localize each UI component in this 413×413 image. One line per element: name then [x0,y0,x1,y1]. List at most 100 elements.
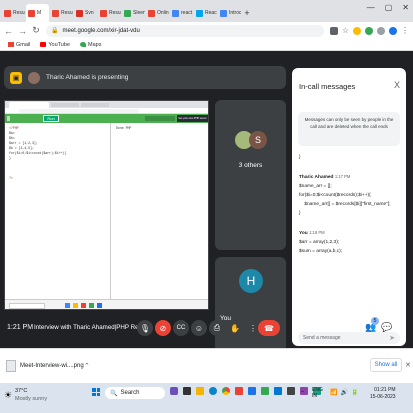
tab-favicon-icon [4,9,11,17]
region-code: IN [312,393,317,399]
search-label: Search [120,390,140,396]
widgets-app-icon[interactable] [170,387,178,395]
send-icon[interactable]: ➤ [389,334,395,342]
tab-favicon-icon [52,9,59,17]
camera-off-button[interactable]: ⊘ [155,320,171,336]
app-icon-green[interactable] [261,387,269,395]
mic-icon: 🎙 [139,323,151,333]
tab-favicon-icon [220,9,227,17]
browser-tab[interactable]: Resum [50,4,73,22]
others-label: 3 others [238,162,263,169]
app-icon-dark[interactable] [287,387,295,395]
edge-icon[interactable] [209,387,217,395]
camera-off-icon: ⊘ [159,323,167,333]
language-indicator[interactable]: ENG IN [312,387,323,399]
browser-tab[interactable]: react [170,4,193,22]
tab-favicon-icon [100,9,107,17]
clock[interactable]: 01:21 PM 15-06-2023 [370,387,396,401]
tray-chevron-icon[interactable]: ⌃ [300,390,305,397]
captions-button[interactable]: CC [173,320,189,336]
show-all-button[interactable]: Show all [370,358,402,372]
reactions-button[interactable]: ☺ [191,320,207,336]
tab-favicon-icon [196,9,203,17]
tab-label: M [37,10,42,16]
windows-taskbar: ☀ 37°C Mostly sunny 🔍 Search ⌃ ENG IN 📶 … [0,383,413,413]
sender-name: You [299,231,308,236]
browser-tab[interactable]: Sleen [122,4,145,22]
in-call-messages-panel: In-call messages X Messages can only be … [292,68,406,346]
weather-temp: 37°C [15,388,28,394]
forward-icon[interactable]: → [18,26,27,36]
app-icon-blue[interactable] [248,387,256,395]
extension-icon-2[interactable] [365,26,373,35]
volume-icon[interactable]: 🔊 [340,389,347,396]
url-field[interactable]: 🔒 meet.google.com/xir-jdat-vdu [46,24,324,37]
bookmark-maps[interactable]: Maps [80,42,101,48]
leave-call-button[interactable]: ☎ [258,320,280,336]
new-tab-button[interactable]: + [242,4,252,22]
minimize-icon[interactable]: — [367,3,375,12]
windows-start-icon[interactable] [92,388,100,396]
browser-tab[interactable]: Resum [98,4,121,22]
app-icon-red[interactable] [235,387,243,395]
camera-icon[interactable] [329,26,338,35]
weather-icon[interactable]: ☀ [4,390,12,401]
back-icon[interactable]: ← [4,26,13,36]
participant-tile-you[interactable]: H You [215,257,286,352]
extension-icon[interactable] [353,26,361,35]
url-text: meet.google.com/xir-jdat-vdu [62,27,140,34]
raise-hand-button[interactable]: ✋ [227,320,243,336]
reload-icon[interactable]: ↻ [32,25,40,36]
maps-icon [80,42,86,47]
maximize-icon[interactable]: ▢ [385,3,393,12]
close-panel-icon[interactable]: X [394,80,400,90]
battery-icon[interactable]: 🔋 [351,389,358,396]
close-icon[interactable]: ✕ [402,3,409,12]
puzzle-icon[interactable] [377,26,385,35]
message-time: 1:17 PM [334,174,351,179]
message-line: $name_arr[] = $records[$i]["first_name"]… [299,202,391,207]
hand-icon: ✋ [230,323,240,333]
participant-tile-others[interactable]: S 3 others [215,100,286,250]
chrome-icon[interactable] [222,387,230,395]
tab-label: Onlin [157,10,169,16]
browser-tab[interactable]: Resum [2,4,25,22]
taskbar-search[interactable]: 🔍 Search [105,387,165,399]
file-explorer-icon[interactable] [196,387,204,395]
shared-screen[interactable]: Run Get your own PHP server <?PHP $a= $b= $… [4,100,209,310]
activities-icon[interactable]: ⬡ [396,322,404,333]
message-line: } [299,211,301,216]
browser-tab[interactable]: React [194,4,217,22]
hang-up-icon: ☎ [264,323,274,333]
pinned-apps [170,387,321,395]
browser-tab-strip: Resum M Resum Svn Resum Sleen Onlin react React… [0,0,413,22]
presenter-avatar [28,71,40,84]
bookmark-gmail[interactable]: Gmail [8,42,30,48]
shared-code-editor: <?PHP $a= $b= $arr = [1,2,3]; $b = [3,4,5]; f… [5,123,111,299]
chat-icon[interactable]: 💬 [381,322,392,333]
close-downloads-icon[interactable]: ✕ [405,361,411,369]
chat-input-placeholder: Send a message [303,335,341,341]
clock-time: 01:21 PM [374,387,396,393]
star-icon[interactable]: ☆ [342,26,349,35]
shared-toolbar-text [145,116,175,121]
task-view-icon[interactable] [183,387,191,395]
profile-avatar[interactable] [389,26,397,35]
browser-tab[interactable]: Introc [218,4,241,22]
wifi-icon[interactable]: 📶 [330,389,337,396]
bookmark-youtube[interactable]: YouTube [40,42,70,48]
chevron-up-icon[interactable]: ⌃ [84,362,90,370]
info-icon[interactable]: ⓘ [348,322,357,335]
browser-tab[interactable]: Svn [74,4,97,22]
tab-favicon-icon [28,9,35,17]
mic-button[interactable]: 🎙 [137,320,153,336]
chat-message-2: You 1:18 PM $arr = array(1,2,3); $sum = … [299,228,403,256]
tab-label: Resum [109,10,121,16]
browser-tab[interactable]: Onlin [146,4,169,22]
menu-kebab-icon[interactable]: ⋮ [401,26,409,35]
download-file-name[interactable]: Meet-Interview-wi....png [20,363,84,369]
captions-icon: CC [176,325,186,331]
present-button[interactable]: ⎙ [209,320,225,336]
browser-tab[interactable]: M [26,4,49,22]
vscode-icon[interactable] [274,387,282,395]
